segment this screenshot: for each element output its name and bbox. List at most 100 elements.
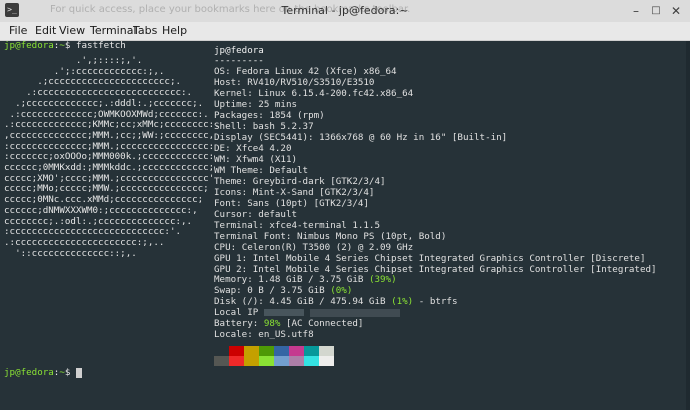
info-value: Mint-X-Sand [GTK2/3/4] [252,187,375,198]
logo-line: .:ccccccccccccc;OWMKOOXMWd;ccccccc:. [4,108,209,120]
prompt-char: $ [64,40,71,51]
logo-line: .:cccccccccccccccccccccccccc:. [4,87,193,99]
logo-line: .;ccccccccccccc;.:dddl:.;ccccccc;. [4,97,204,109]
logo-line: .;cccccccccccccccccccccc;. [4,76,182,88]
info-label: DE [214,143,226,154]
menu-terminal[interactable]: Terminal [90,24,137,37]
info-line: Theme: Greybird-dark [GTK2/3/4] [214,176,386,187]
active-prompt-line[interactable]: jp@fedora:~$ [4,368,82,378]
info-disk-suffix: - btrfs [418,296,458,307]
info-locale-label: Locale [214,329,248,340]
info-swap-label: Swap [214,285,237,296]
info-value: Linux 6.15.4-200.fc42.x86_64 [258,88,414,99]
palette-swatch [304,356,319,366]
info-value: Nimbus Mono PS (10pt, Bold) [297,231,447,242]
info-local-ip: Local IP [214,307,401,318]
menu-tabs[interactable]: Tabs [133,24,157,37]
title-bar[interactable]: For quick access, place your bookmarks h… [0,0,690,23]
info-value: xfce4-terminal 1.1.5 [269,220,380,231]
info-line: WM Theme: Default [214,165,309,176]
info-header-separator: --------- [214,55,264,66]
info-value: Fedora Linux 42 (Xfce) x86_64 [236,66,397,77]
info-line: Display (SEC5441): 1366x768 @ 60 Hz in 1… [214,132,508,143]
info-disk-value: 4.45 GiB / 475.94 GiB [269,296,386,307]
info-label: GPU 1 [214,253,242,264]
info-value: RV410/RV510/S3510/E3510 [247,77,375,88]
menu-bar: File Edit View Terminal Tabs Help [0,22,690,41]
info-line: Terminal Font: Nimbus Mono PS (10pt, Bol… [214,231,447,242]
info-disk: Disk (/): 4.45 GiB / 475.94 GiB (1%) - b… [214,296,458,307]
logo-line: ccccc;0MNc.ccc.xMMd;ccccccccccccccc; [4,194,204,206]
palette-swatch [319,346,334,356]
info-value: Xfwm4 (X11) [236,154,298,165]
palette-swatch [244,356,259,366]
info-battery-label: Battery [214,318,253,329]
info-value: Celeron(R) T3500 (2) @ 2.09 GHz [241,242,414,253]
palette-swatch [259,346,274,356]
info-line: Shell: bash 5.2.37 [214,121,314,132]
info-label: Terminal [214,220,259,231]
logo-line: .:ccccccccccccc;KMMc;cc;xMMc;cccccccc:. [4,119,220,131]
palette-swatch [274,356,289,366]
palette-swatch [304,346,319,356]
info-label: Icons [214,187,242,198]
logo-line: .:cccccccccccccccccccccc:;,.. [4,236,165,248]
info-line: GPU 1: Intel Mobile 4 Series Chipset Int… [214,253,646,264]
palette-swatch [289,356,304,366]
info-value: 1366x768 @ 60 Hz in 16" [Built-in] [319,132,508,143]
terminal-scrollbar[interactable] [686,41,690,410]
info-label: Packages [214,110,259,121]
info-label: WM [214,154,226,165]
info-memory-pct: (39%) [368,274,397,285]
prompt-user-2: jp@fedora [4,367,54,378]
close-button[interactable]: ✕ [668,3,684,19]
info-label: Kernel [214,88,248,99]
maximize-button[interactable]: □ [648,3,664,19]
info-line: WM: Xfwm4 (X11) [214,154,298,165]
minimize-button[interactable]: – [628,3,644,19]
info-line: CPU: Celeron(R) T3500 (2) @ 2.09 GHz [214,242,414,253]
info-label: Shell [214,121,242,132]
info-label: OS [214,66,226,77]
info-label: Theme [214,176,242,187]
redacted-ip-blur-2 [310,308,401,317]
info-line: Kernel: Linux 6.15.4-200.fc42.x86_64 [214,88,414,99]
info-battery-suffix: [AC Connected] [285,318,364,329]
info-line: Font: Sans (10pt) [GTK2/3/4] [214,198,369,209]
logo-line: cccccc;dNMWXXXWM0:;cccccccccccccc:, [4,204,198,216]
menu-view[interactable]: View [59,24,85,37]
palette-swatch [274,346,289,356]
command-text: fastfetch [75,40,126,51]
logo-line: cccccccc;.:odl:.;cccccccccccccc:,. [4,215,193,227]
info-label: WM Theme [214,165,259,176]
info-value: 25 mins [258,99,298,110]
palette-swatch [319,356,334,366]
info-label: Host [214,77,237,88]
info-memory: Memory: 1.48 GiB / 3.75 GiB (39%) [214,274,397,285]
info-local-ip-label: Local IP [214,307,259,318]
terminal-output[interactable]: jp@fedora:~$ fastfetch .',;::::;,'. .';:… [0,41,690,410]
info-label: Font [214,198,237,209]
info-memory-label: Memory [214,274,248,285]
prompt-user: jp@fedora [4,40,54,51]
info-line: Icons: Mint-X-Sand [GTK2/3/4] [214,187,375,198]
redacted-ip-blur [264,309,305,316]
info-label: Display (SEC5441) [214,132,309,143]
info-value: Greybird-dark [GTK2/3/4] [252,176,386,187]
palette-swatch [259,356,274,366]
info-swap-value: 0 B / 3.75 GiB [247,285,325,296]
palette-swatch [214,356,229,366]
info-battery: Battery: 98% [AC Connected] [214,318,364,329]
info-value: Default [269,165,309,176]
info-line: Packages: 1854 (rpm) [214,110,325,121]
logo-line: ccccc;MMo;ccccc;MMW.;ccccccccccccccc; [4,183,209,195]
palette-swatch [289,346,304,356]
info-line: DE: Xfce4 4.20 [214,143,292,154]
menu-file[interactable]: File [9,24,27,37]
logo-line: cccccc;0MMKxdd:;MMMkddc.;cccccccccccc; [4,162,215,173]
menu-edit[interactable]: Edit [35,24,56,37]
command-prompt-line: jp@fedora:~$ fastfetch [4,41,126,51]
palette-swatch [229,346,244,356]
menu-help[interactable]: Help [162,24,187,37]
info-value: Sans (10pt) [GTK2/3/4] [247,198,369,209]
